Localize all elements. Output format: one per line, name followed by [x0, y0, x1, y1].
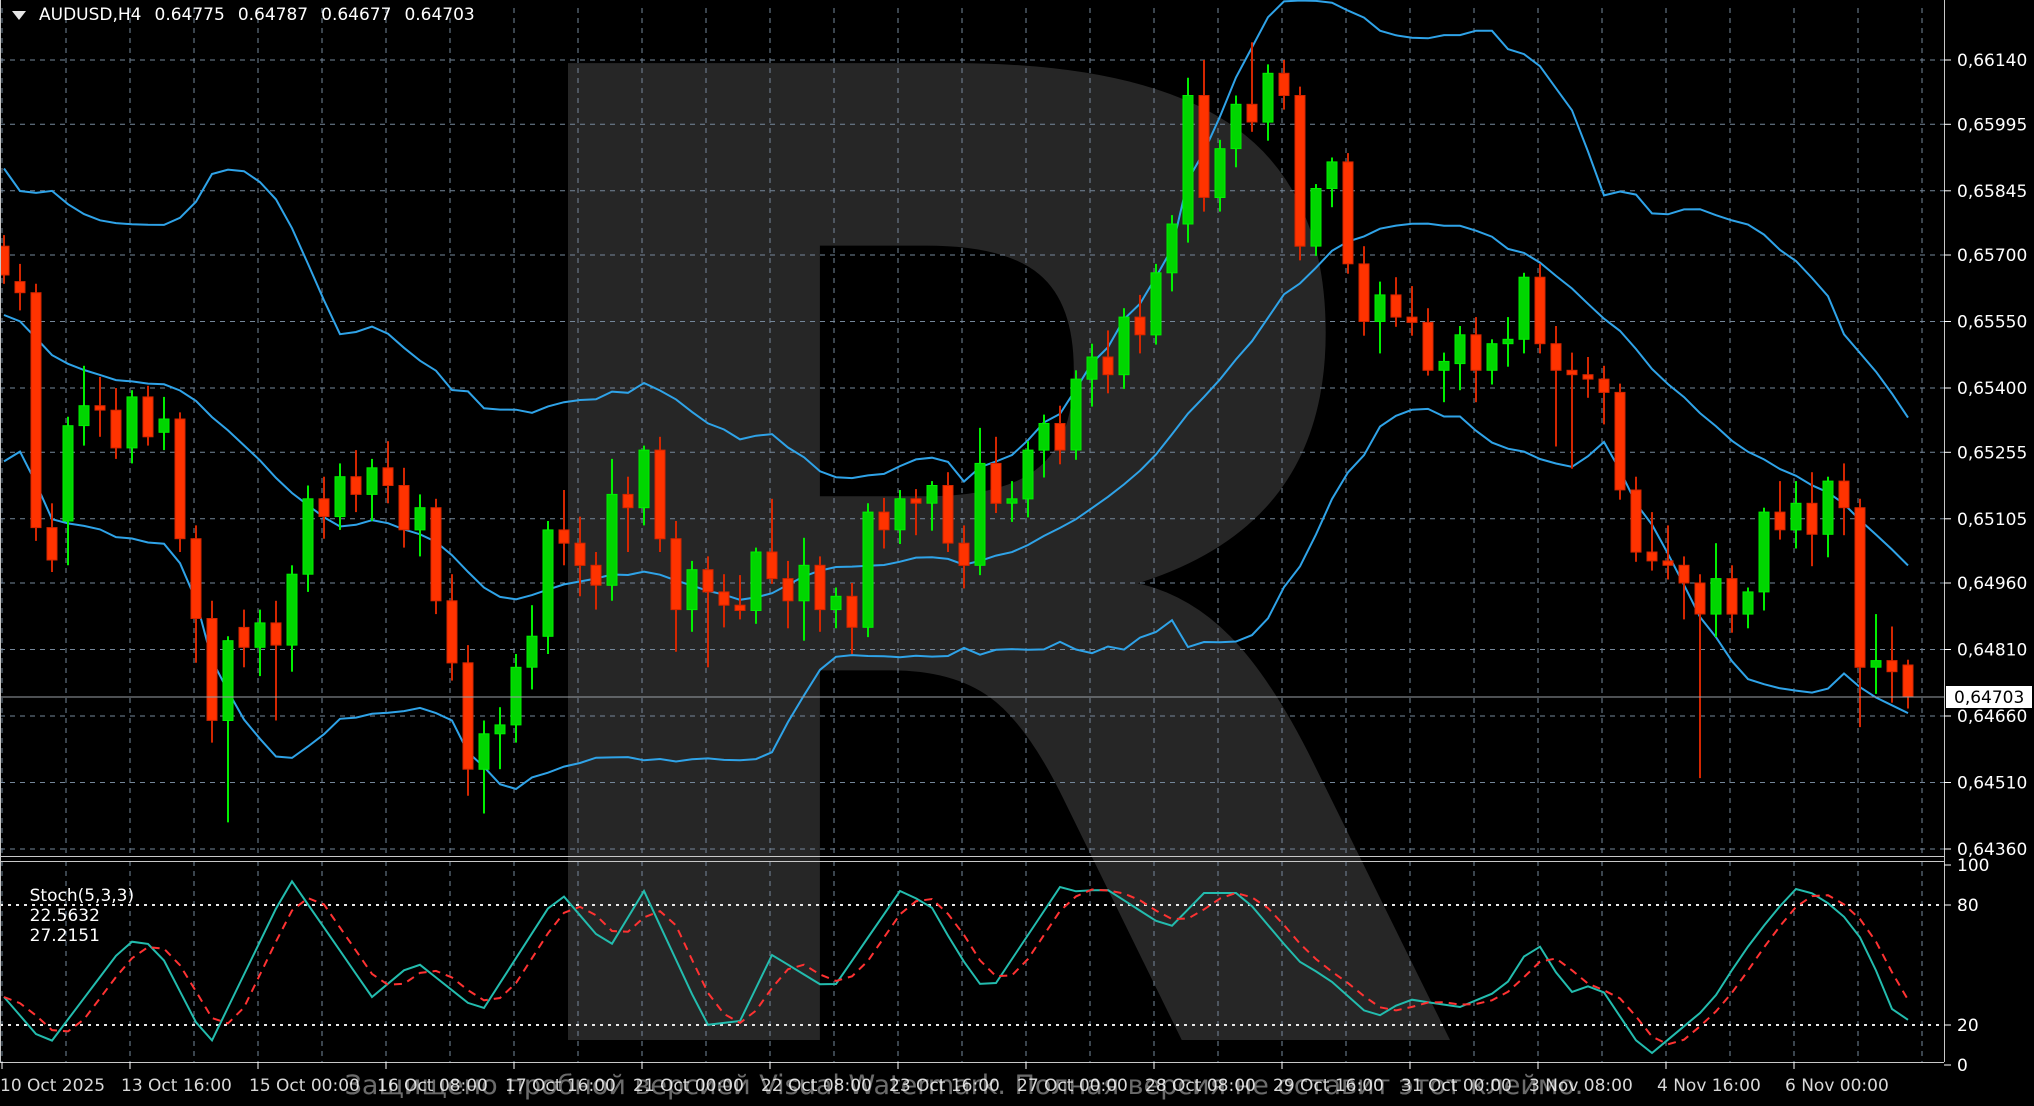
svg-text:80: 80 [1957, 896, 1979, 916]
title-open-value: 0.64775 [155, 5, 225, 25]
svg-text:0,64510: 0,64510 [1957, 774, 2027, 794]
svg-text:0: 0 [1957, 1056, 1968, 1076]
svg-text:4 Nov 16:00: 4 Nov 16:00 [1657, 1076, 1761, 1096]
bid-price-label: 0,64703 [1946, 686, 2032, 708]
stochastic-name: Stoch(5,3,3) [30, 886, 135, 906]
svg-text:0,65255: 0,65255 [1957, 443, 2027, 463]
svg-text:0,64960: 0,64960 [1957, 574, 2027, 594]
watermark-trial-text: Защищено пробной версией Visual Watermar… [345, 1070, 1584, 1101]
svg-text:0,65845: 0,65845 [1957, 182, 2027, 202]
symbol-period-label: AUDUSD,H4 [39, 5, 142, 25]
svg-text:0,65105: 0,65105 [1957, 510, 2027, 530]
stochastic-k-value: 22.5632 [30, 906, 100, 926]
title-close-value: 0.64703 [404, 5, 474, 25]
svg-text:0,64660: 0,64660 [1957, 707, 2027, 727]
title-low-value: 0.64677 [321, 5, 391, 25]
svg-text:13 Oct 16:00: 13 Oct 16:00 [121, 1076, 232, 1096]
svg-text:10 Oct 2025: 10 Oct 2025 [0, 1076, 105, 1096]
svg-text:0,64703: 0,64703 [1954, 688, 2024, 708]
svg-text:0,64810: 0,64810 [1957, 641, 2027, 661]
svg-text:20: 20 [1957, 1016, 1979, 1036]
svg-text:0,65400: 0,65400 [1957, 379, 2027, 399]
title-high-value: 0.64787 [238, 5, 308, 25]
svg-text:0,66140: 0,66140 [1957, 51, 2027, 71]
price-chart-canvas[interactable]: R0,661400,659950,658450,657000,655500,65… [0, 0, 2034, 1106]
svg-text:0,65550: 0,65550 [1957, 313, 2027, 333]
stochastic-indicator-label: Stoch(5,3,3) 22.5632 27.2151 [8, 866, 146, 966]
chart-window: R0,661400,659950,658450,657000,655500,65… [0, 0, 2034, 1106]
svg-text:100: 100 [1957, 856, 1989, 876]
svg-text:6 Nov 00:00: 6 Nov 00:00 [1785, 1076, 1889, 1096]
stochastic-d-value: 27.2151 [30, 926, 100, 946]
symbol-dropdown-triangle-icon[interactable] [12, 11, 26, 20]
svg-text:15 Oct 00:00: 15 Oct 00:00 [249, 1076, 360, 1096]
chart-title-bar: AUDUSD,H4 0.64775 0.64787 0.64677 0.6470… [6, 4, 488, 26]
svg-text:0,65995: 0,65995 [1957, 115, 2027, 135]
svg-text:0,65700: 0,65700 [1957, 246, 2027, 266]
